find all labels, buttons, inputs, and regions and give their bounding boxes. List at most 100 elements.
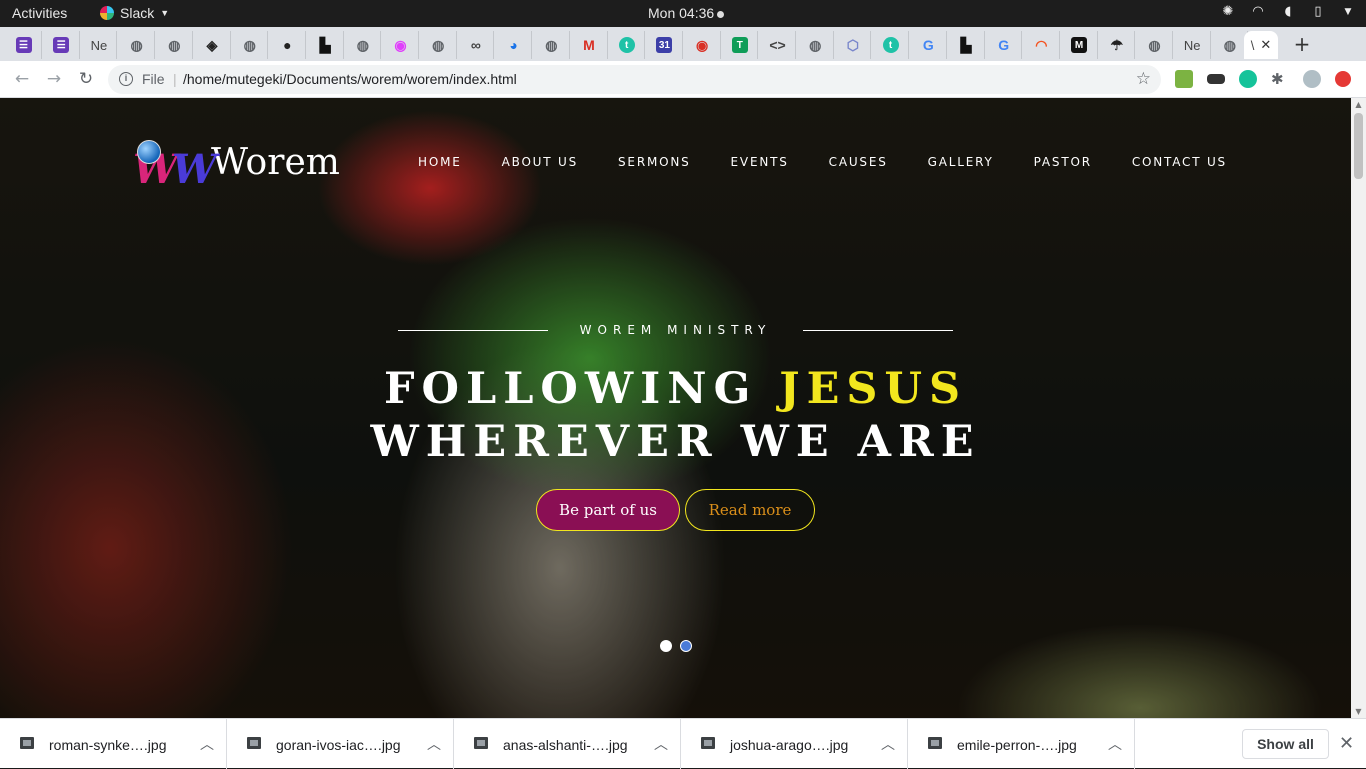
- browser-tab[interactable]: ◍: [1137, 31, 1173, 59]
- download-filename: emile-perron-….jpg: [957, 737, 1077, 753]
- browser-tab[interactable]: t: [873, 31, 910, 59]
- browser-tab[interactable]: ●: [270, 31, 306, 59]
- slider-dot-2[interactable]: [680, 640, 692, 652]
- activities-button[interactable]: Activities: [12, 5, 67, 21]
- browser-tab[interactable]: ◍: [534, 31, 570, 59]
- mask-extension-icon[interactable]: [1207, 74, 1225, 84]
- reload-icon[interactable]: ↻: [76, 69, 96, 89]
- download-item[interactable]: roman-synke….jpg ︿: [0, 719, 227, 769]
- image-file-icon: [701, 737, 715, 749]
- browser-tab[interactable]: ☰: [44, 31, 80, 59]
- browser-tab[interactable]: ▙: [949, 31, 985, 59]
- t-square-icon: T: [731, 37, 748, 53]
- tab-title: Ne: [1183, 37, 1201, 53]
- info-icon[interactable]: i: [119, 72, 133, 86]
- browser-tab[interactable]: ☰: [6, 31, 42, 59]
- browser-tab[interactable]: ▙: [308, 31, 344, 59]
- globe-icon: ◍: [356, 36, 369, 53]
- browser-tab[interactable]: t: [609, 31, 646, 59]
- chevron-up-icon[interactable]: ︿: [1108, 734, 1122, 754]
- nav-pastor[interactable]: PASTOR: [1034, 155, 1092, 169]
- nav-contact-us[interactable]: CONTACT US: [1132, 155, 1227, 169]
- browser-tab[interactable]: ◍: [1212, 31, 1249, 59]
- app-name: Slack: [120, 5, 155, 21]
- browser-tab[interactable]: T: [722, 31, 759, 59]
- nav-home[interactable]: HOME: [418, 155, 462, 169]
- browser-tab[interactable]: M: [1062, 31, 1098, 59]
- chevron-up-icon[interactable]: ︿: [200, 734, 214, 754]
- scroll-down-icon[interactable]: ▼: [1354, 707, 1363, 716]
- browser-tab[interactable]: ⬡: [835, 31, 872, 59]
- grammarly-icon[interactable]: [1239, 70, 1257, 88]
- slider-dot-1[interactable]: [660, 640, 672, 652]
- volume-icon: ◖: [1284, 4, 1292, 19]
- link-icon: ∞: [470, 37, 481, 53]
- close-icon[interactable]: ✕: [1339, 733, 1354, 754]
- browser-tab[interactable]: ◈: [195, 31, 231, 59]
- page-scrollbar[interactable]: ▲ ▼: [1351, 98, 1366, 718]
- nav-gallery[interactable]: GALLERY: [928, 155, 994, 169]
- forward-icon[interactable]: →: [44, 69, 64, 89]
- browser-tab[interactable]: ◍: [119, 31, 156, 59]
- browser-tab[interactable]: M: [572, 31, 608, 59]
- globe-icon: ◍: [168, 36, 181, 53]
- browser-tab[interactable]: Ne: [81, 31, 118, 59]
- download-filename: roman-synke….jpg: [49, 737, 167, 753]
- page-viewport: WW Worem HOME ABOUT US SERMONS EVENTS CA…: [0, 98, 1351, 718]
- download-arrow-extension-icon[interactable]: [1175, 70, 1193, 88]
- browser-tab[interactable]: G: [986, 31, 1023, 59]
- browser-tab[interactable]: ◕: [496, 31, 533, 59]
- app-menu[interactable]: Slack ▼: [100, 5, 169, 21]
- browser-tab[interactable]: G: [911, 31, 947, 59]
- nav-causes[interactable]: CAUSES: [829, 155, 888, 169]
- bookmark-star-icon[interactable]: ☆: [1136, 69, 1151, 89]
- back-icon[interactable]: ←: [12, 69, 32, 89]
- browser-tab[interactable]: ◠: [1024, 31, 1060, 59]
- url-text[interactable]: /home/mutegeki/Documents/worem/worem/ind…: [183, 71, 517, 87]
- nav-events[interactable]: EVENTS: [731, 155, 789, 169]
- browser-toolbar: ← → ↻ i File | /home/mutegeki/Documents/…: [0, 61, 1366, 98]
- chevron-up-icon[interactable]: ︿: [881, 734, 895, 754]
- browser-tab[interactable]: Ne: [1175, 31, 1211, 59]
- puzzle-extensions-icon[interactable]: ✱: [1271, 70, 1289, 88]
- download-item[interactable]: anas-alshanti-….jpg ︿: [454, 719, 681, 769]
- scrollbar-thumb[interactable]: [1354, 113, 1363, 179]
- download-filename: joshua-arago….jpg: [730, 737, 849, 753]
- download-item[interactable]: goran-ivos-iac….jpg ︿: [227, 719, 454, 769]
- update-icon[interactable]: [1335, 71, 1351, 87]
- browser-tab[interactable]: ◉: [383, 31, 419, 59]
- browser-tab[interactable]: <>: [760, 31, 796, 59]
- site-logo[interactable]: WW Worem: [133, 138, 340, 193]
- browser-tab[interactable]: ∞: [458, 31, 495, 59]
- browser-tab[interactable]: ◍: [798, 31, 834, 59]
- download-item[interactable]: joshua-arago….jpg ︿: [681, 719, 908, 769]
- download-item[interactable]: emile-perron-….jpg ︿: [908, 719, 1135, 769]
- chevron-up-icon[interactable]: ︿: [427, 734, 441, 754]
- nav-about-us[interactable]: ABOUT US: [502, 155, 578, 169]
- browser-tab[interactable]: ◍: [232, 31, 269, 59]
- browser-tab[interactable]: ◍: [345, 31, 382, 59]
- show-all-button[interactable]: Show all: [1242, 729, 1329, 759]
- browser-tab[interactable]: ◍: [157, 31, 193, 59]
- system-tray[interactable]: ✺ ◠ ◖ ▯ ▼: [1220, 4, 1356, 20]
- form-icon: ☰: [53, 37, 70, 53]
- brand-name: Worem: [211, 141, 340, 183]
- scroll-up-icon[interactable]: ▲: [1354, 100, 1363, 109]
- browser-tab[interactable]: ◍: [421, 31, 457, 59]
- close-icon[interactable]: ✕: [1260, 38, 1271, 53]
- profile-avatar[interactable]: [1303, 70, 1321, 88]
- slack-tray-icon[interactable]: ✺: [1220, 4, 1236, 20]
- nav-sermons[interactable]: SERMONS: [618, 155, 691, 169]
- unsplash-icon: ▙: [319, 36, 331, 53]
- tab-active[interactable]: \ ✕: [1244, 31, 1278, 59]
- chevron-down-icon: ▼: [160, 8, 170, 18]
- browser-tab[interactable]: ◉: [685, 31, 721, 59]
- read-more-button[interactable]: Read more: [685, 489, 815, 531]
- omnibox[interactable]: i File | /home/mutegeki/Documents/worem/…: [108, 65, 1161, 94]
- browser-tab[interactable]: ☂: [1099, 31, 1136, 59]
- clock[interactable]: Mon 04:36: [648, 5, 725, 21]
- browser-tab[interactable]: 31: [647, 31, 683, 59]
- chevron-up-icon[interactable]: ︿: [654, 734, 668, 754]
- be-part-of-us-button[interactable]: Be part of us: [536, 489, 680, 531]
- new-tab-button[interactable]: +: [1292, 34, 1312, 54]
